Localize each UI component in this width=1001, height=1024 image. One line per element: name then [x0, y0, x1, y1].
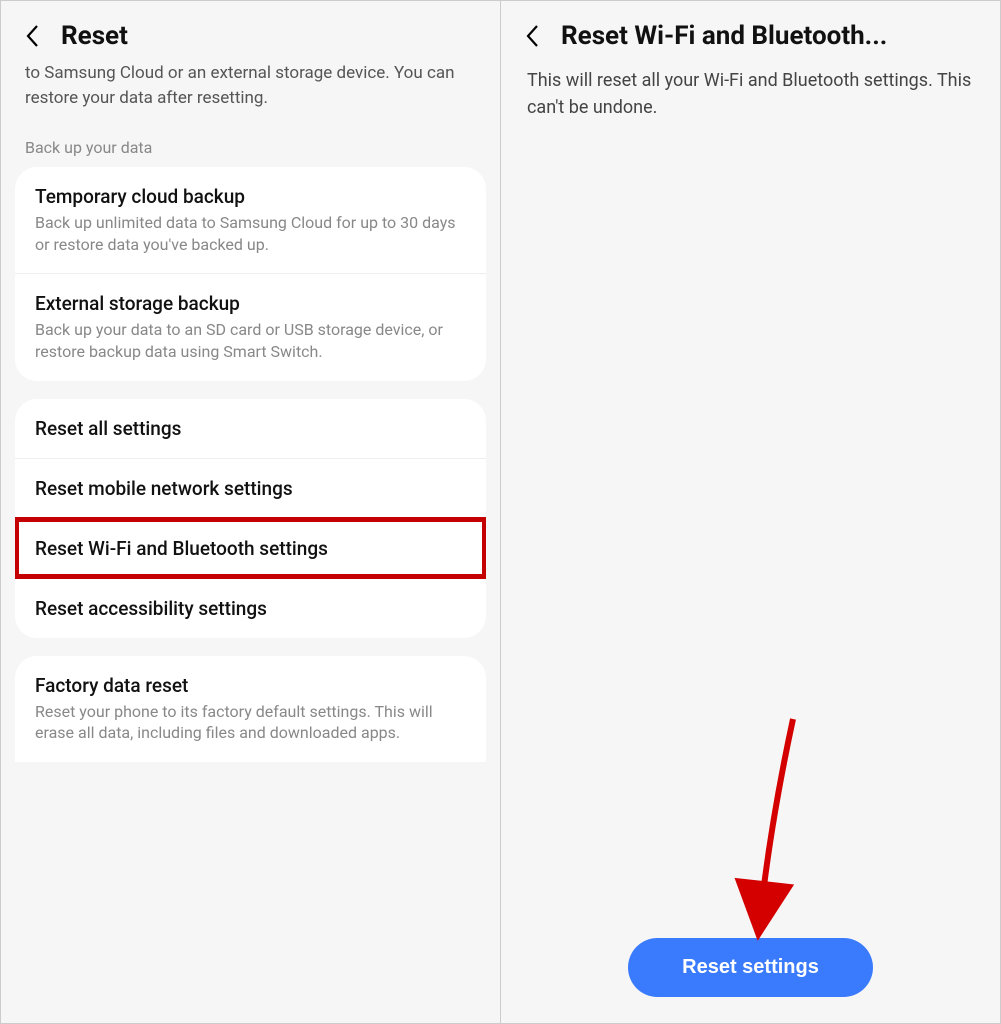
- item-title: Reset all settings: [35, 417, 466, 440]
- item-title: Reset accessibility settings: [35, 597, 466, 620]
- item-title: Factory data reset: [35, 674, 466, 697]
- item-external-storage-backup[interactable]: External storage backup Back up your dat…: [15, 273, 486, 380]
- item-title: Reset Wi-Fi and Bluetooth settings: [35, 537, 466, 560]
- intro-text: to Samsung Cloud or an external storage …: [1, 61, 500, 124]
- item-temporary-cloud-backup[interactable]: Temporary cloud backup Back up unlimited…: [15, 167, 486, 273]
- back-chevron-icon: [525, 24, 541, 48]
- item-sub: Back up unlimited data to Samsung Cloud …: [35, 212, 466, 255]
- header-left: Reset: [1, 1, 500, 61]
- item-reset-all-settings[interactable]: Reset all settings: [15, 399, 486, 458]
- reset-settings-button[interactable]: Reset settings: [628, 938, 873, 997]
- pane-reset-confirm: Reset Wi-Fi and Bluetooth... This will r…: [501, 1, 1000, 1023]
- item-title: External storage backup: [35, 292, 466, 315]
- item-reset-mobile-network[interactable]: Reset mobile network settings: [15, 458, 486, 518]
- item-reset-accessibility[interactable]: Reset accessibility settings: [15, 578, 486, 638]
- item-factory-data-reset[interactable]: Factory data reset Reset your phone to i…: [15, 656, 486, 762]
- spacer: [501, 121, 1000, 938]
- section-label-backup: Back up your data: [1, 124, 500, 167]
- confirm-description: This will reset all your Wi-Fi and Bluet…: [501, 61, 1000, 121]
- pane-reset-list: Reset to Samsung Cloud or an external st…: [1, 1, 501, 1023]
- back-button[interactable]: [519, 22, 547, 50]
- page-title: Reset Wi-Fi and Bluetooth...: [561, 21, 887, 51]
- back-chevron-icon: [25, 24, 41, 48]
- item-title: Temporary cloud backup: [35, 185, 466, 208]
- back-button[interactable]: [19, 22, 47, 50]
- page-title: Reset: [61, 21, 128, 51]
- item-sub: Reset your phone to its factory default …: [35, 701, 466, 744]
- card-reset-options: Reset all settings Reset mobile network …: [15, 399, 486, 638]
- item-title: Reset mobile network settings: [35, 477, 466, 500]
- card-backup: Temporary cloud backup Back up unlimited…: [15, 167, 486, 380]
- item-sub: Back up your data to an SD card or USB s…: [35, 319, 466, 362]
- card-factory-reset: Factory data reset Reset your phone to i…: [15, 656, 486, 762]
- header-right: Reset Wi-Fi and Bluetooth...: [501, 1, 1000, 61]
- item-reset-wifi-bluetooth[interactable]: Reset Wi-Fi and Bluetooth settings: [15, 518, 486, 578]
